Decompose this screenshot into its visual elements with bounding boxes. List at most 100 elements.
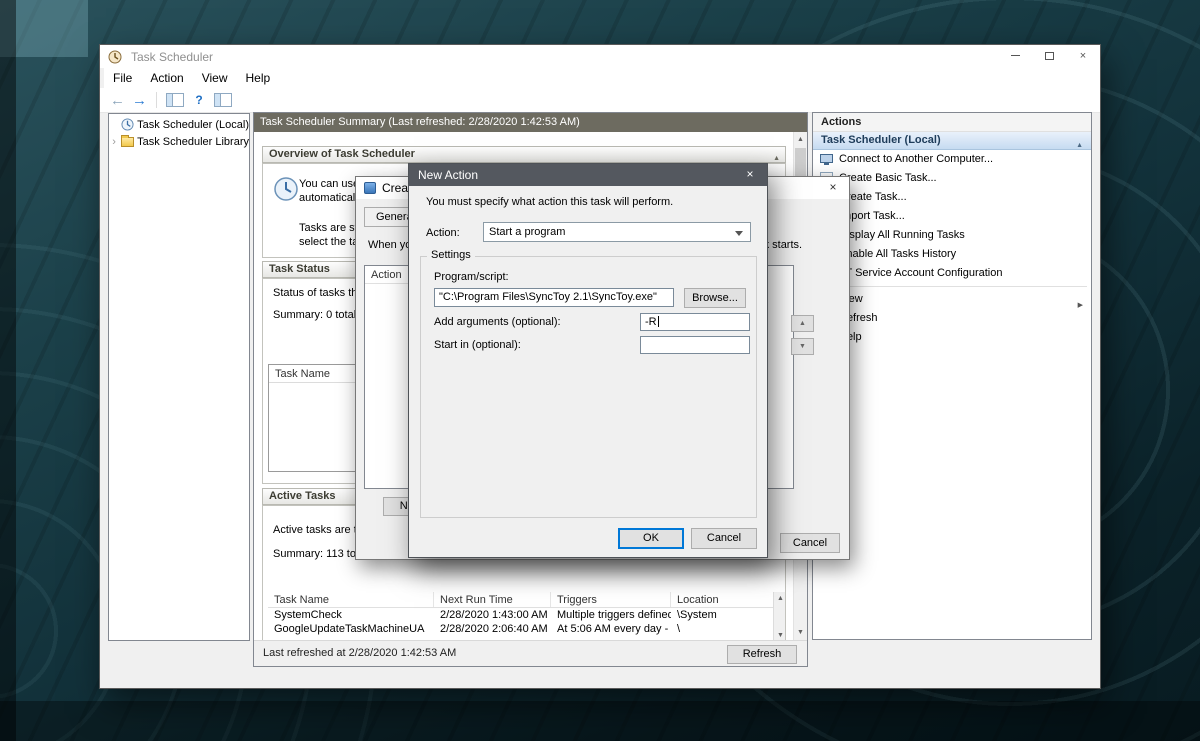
browse-button[interactable]: Browse... [684,288,746,308]
move-up-icon[interactable]: ▲ [791,315,814,332]
action-display-all-running-tasks[interactable]: Display All Running Tasks [813,226,1091,245]
active-tasks-summary: Summary: 113 total [273,548,368,560]
forward-icon[interactable]: → [132,93,147,108]
arguments-input[interactable]: -R [640,313,750,331]
create-task-dialog-icon [364,182,376,194]
cell-next-run-time: 2/28/2020 2:06:40 AM [434,622,551,636]
refresh-button[interactable]: Refresh [727,645,797,664]
new-action-title: New Action [418,168,478,182]
maximize-icon[interactable] [1032,45,1066,68]
action-connect-to-another-computer[interactable]: Connect to Another Computer... [813,150,1091,169]
column-header-next-run-time[interactable]: Next Run Time [434,592,551,607]
ok-button[interactable]: OK [618,528,684,549]
section-overview-title: Overview of Task Scheduler [269,148,415,160]
action-type-value: Start a program [489,226,565,238]
menu-bar: File Action View Help [104,68,1100,88]
tree-item-task-scheduler-library[interactable]: › Task Scheduler Library [109,133,249,150]
last-refreshed-text: Last refreshed at 2/28/2020 1:42:53 AM [263,641,456,666]
tree-expander-icon[interactable]: › [109,136,119,148]
background-left-band [0,0,16,741]
overview-clock-icon [273,176,299,202]
scroll-down-icon[interactable]: ▼ [794,625,807,640]
scroll-down-icon[interactable]: ▼ [774,629,786,640]
settings-group: Settings Program/script: "C:\Program Fil… [420,256,757,518]
section-overview-bar[interactable]: Overview of Task Scheduler ▲ [262,146,786,163]
cell-location: \ [671,622,759,636]
section-task-status-title: Task Status [269,263,330,275]
toolbar: ← → ? [100,88,1100,113]
program-script-label: Program/script: [434,271,509,283]
background-bottom-band [0,701,1200,741]
action-create-task[interactable]: Create Task... [813,188,1091,207]
scroll-up-icon[interactable]: ▲ [774,592,786,606]
table-row[interactable]: GoogleUpdateTaskMachineUA 2/28/2020 2:06… [268,622,786,636]
new-action-intro: You must specify what action this task w… [426,196,673,208]
action-label: Action: [426,227,460,239]
scroll-up-icon[interactable]: ▲ [794,132,807,147]
close-icon[interactable]: × [817,177,849,199]
table-scrollbar[interactable]: ▲ ▼ [773,592,786,640]
start-in-input[interactable] [640,336,750,354]
table-row[interactable]: SystemCheck 2/28/2020 1:43:00 AM Multipl… [268,608,786,622]
active-tasks-header-row: Task Name Next Run Time Triggers Locatio… [268,592,786,608]
toolbar-separator [156,92,157,108]
dropdown-arrow-icon [735,231,743,236]
arguments-label: Add arguments (optional): [434,316,561,328]
column-header-location[interactable]: Location [671,592,759,607]
window-title: Task Scheduler [131,50,213,64]
close-icon[interactable]: × [733,164,767,186]
cancel-button[interactable]: Cancel [691,528,757,549]
cell-next-run-time: 2/28/2020 1:43:00 AM [434,608,551,622]
cell-location: \System [671,608,759,622]
cell-triggers: At 5:06 AM every day - [551,622,671,636]
task-status-summary: Summary: 0 total - [273,309,363,321]
arguments-value: -R [645,316,657,328]
desktop-background: Task Scheduler × File Action View Help ←… [0,0,1200,741]
section-active-tasks-title: Active Tasks [269,490,335,502]
tree-item-label: Task Scheduler (Local) [137,119,249,131]
actions-group-label: Task Scheduler (Local) [821,134,941,146]
action-at-service-account-configuration[interactable]: AT Service Account Configuration [813,264,1091,283]
menu-view[interactable]: View [193,68,237,88]
settings-label: Settings [427,249,475,261]
actions-panel-title: Actions [813,113,1091,132]
panel-status-bar: Last refreshed at 2/28/2020 1:42:53 AM R… [254,640,807,666]
action-type-select[interactable]: Start a program [483,222,751,242]
computer-icon [820,154,833,163]
column-header-triggers[interactable]: Triggers [551,592,671,607]
new-action-dialog: New Action × You must specify what actio… [408,163,768,558]
help-icon[interactable]: ? [191,93,207,108]
column-header-task-name[interactable]: Task Name [268,592,434,607]
action-import-task[interactable]: Import Task... [813,207,1091,226]
minimize-icon[interactable] [998,45,1032,68]
summary-header: Task Scheduler Summary (Last refreshed: … [254,113,807,132]
window-titlebar[interactable]: Task Scheduler × [100,45,1100,68]
task-scheduler-icon [108,50,122,64]
cancel-button[interactable]: Cancel [780,533,840,553]
back-icon[interactable]: ← [110,93,125,108]
tree-item-task-scheduler-local[interactable]: Task Scheduler (Local) [109,116,249,133]
action-help[interactable]: Help [813,328,1091,347]
library-folder-icon [121,137,134,147]
cell-task-name: SystemCheck [268,608,434,622]
menu-action[interactable]: Action [141,68,192,88]
menu-help[interactable]: Help [237,68,280,88]
close-icon[interactable]: × [1066,45,1100,68]
tree-item-label: Task Scheduler Library [137,136,249,148]
show-action-pane-icon[interactable] [214,93,232,107]
task-scheduler-local-icon [121,118,134,131]
actions-group-header[interactable]: Task Scheduler (Local) ▲ [813,132,1091,150]
console-tree-panel: Task Scheduler (Local) › Task Scheduler … [108,113,250,641]
move-down-icon[interactable]: ▼ [791,338,814,355]
show-console-tree-icon[interactable] [166,93,184,107]
actions-panel: Actions Task Scheduler (Local) ▲ Connect… [812,112,1092,640]
program-script-input[interactable]: "C:\Program Files\SyncToy 2.1\SyncToy.ex… [434,288,674,307]
actions-separator [817,286,1087,287]
action-refresh[interactable]: Refresh [813,309,1091,328]
action-enable-all-tasks-history[interactable]: Enable All Tasks History [813,245,1091,264]
menu-file[interactable]: File [104,68,141,88]
new-action-titlebar[interactable]: New Action × [409,164,767,186]
action-view[interactable]: View ▶ [813,290,1091,309]
submenu-arrow-icon: ▶ [1078,296,1083,309]
action-create-basic-task[interactable]: Create Basic Task... [813,169,1091,188]
